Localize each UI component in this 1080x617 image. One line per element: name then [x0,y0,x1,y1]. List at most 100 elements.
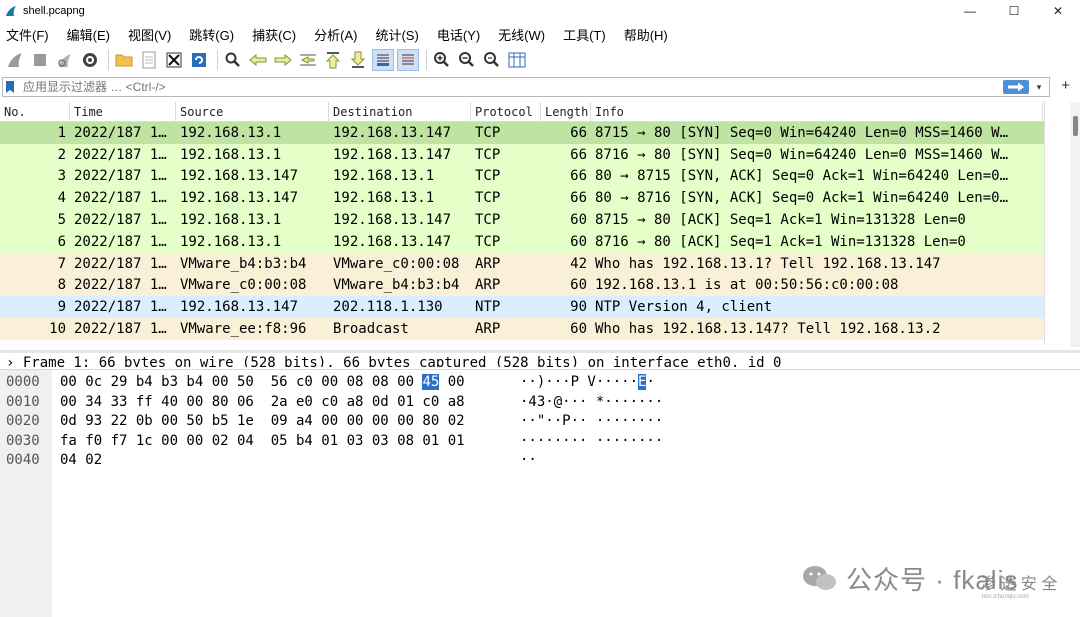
packet-row[interactable]: 10 2022/187 1… VMware_ee:f8:96 Broadcast ARP… [0,318,1080,340]
go-last-icon[interactable] [347,49,369,71]
menu-edit[interactable]: 编辑(E) [61,25,116,44]
menu-view[interactable]: 视图(V) [122,25,177,44]
column-header-time[interactable]: Time [70,102,176,122]
go-back-arrow-icon[interactable] [247,49,269,71]
display-filter-field[interactable]: ▾ [2,77,1050,97]
packet-protocol: TCP [475,146,501,163]
close-file-icon[interactable] [163,49,185,71]
packet-source: VMware_c0:00:08 [180,277,307,294]
zoom-in-icon[interactable] [431,49,453,71]
byte-hex[interactable]: 00 34 33 ff 40 00 80 06 2a e0 c0 a8 0d 0… [60,394,465,410]
byte-ascii[interactable]: ········ ········ [520,433,663,449]
arrow-right-icon [1008,82,1024,92]
column-header-no[interactable]: No. [0,102,70,122]
open-folder-icon[interactable] [113,49,135,71]
go-first-icon[interactable] [322,49,344,71]
packet-info: NTP Version 4, client [595,299,773,316]
scrollbar-thumb[interactable] [1073,116,1078,136]
byte-offset: 0030 [6,432,40,449]
ascii-text: ··)···P V····· [520,374,639,390]
zoom-out-icon[interactable] [456,49,478,71]
packet-row[interactable]: 2 2022/187 1… 192.168.13.1 192.168.13.147 TC… [0,143,1080,166]
column-header-destination[interactable]: Destination [329,102,471,122]
packet-destination: Broadcast [333,321,409,338]
byte-hex[interactable]: 0d 93 22 0b 00 50 b5 1e 09 a4 00 00 00 0… [60,413,465,429]
column-header-protocol[interactable]: Protocol [471,102,541,122]
resize-columns-icon[interactable] [506,49,528,71]
column-header-source[interactable]: Source [176,102,329,122]
packet-no: 2 [57,146,66,163]
byte-ascii[interactable]: ··"··P·· ········ [520,413,663,429]
packet-destination: 202.118.1.130 [333,299,443,316]
byte-hex[interactable]: fa f0 f7 1c 00 00 02 04 05 b4 01 03 03 0… [60,433,465,449]
packet-destination: 192.168.13.147 [333,124,452,141]
packet-row[interactable]: 7 2022/187 1… VMware_b4:b3:b4 VMware_c0:00:… [0,252,1080,275]
hex-text: fa f0 f7 1c 00 00 02 04 05 b4 01 03 03 0… [60,432,465,449]
packet-length: 90 [570,299,587,316]
byte-ascii[interactable]: ··)···P V·····E· [520,374,655,390]
menu-go[interactable]: 跳转(G) [183,25,240,44]
wireshark-fin-icon [6,6,16,16]
restart-fin-icon[interactable] [54,49,76,71]
add-filter-button[interactable]: + [1061,77,1070,94]
ascii-text: ·· [520,452,537,469]
menu-file[interactable]: 文件(F) [0,25,55,44]
packet-info: 80 → 8715 [SYN, ACK] Seq=0 Ack=1 Win=642… [595,168,1009,185]
hex-text: 0d 93 22 0b 00 50 b5 1e 09 a4 00 00 00 0… [60,413,465,430]
byte-hex[interactable]: 04 02 [60,452,102,468]
go-forward-arrow-icon[interactable] [272,49,294,71]
packet-row[interactable]: 3 2022/187 1… 192.168.13.147 192.168.13.1 TC… [0,165,1080,188]
packet-destination: 192.168.13.1 [333,190,435,207]
packet-length: 60 [570,277,587,294]
menu-analyze[interactable]: 分析(A) [308,25,363,44]
colorize-icon[interactable] [397,49,419,71]
frame-summary-line[interactable]: › Frame 1: 66 bytes on wire (528 bits), … [0,355,1080,367]
byte-ascii[interactable]: ·43·@··· *······· [520,394,663,410]
close-button[interactable]: ✕ [1036,0,1080,22]
packet-protocol: ARP [475,277,501,294]
packet-source: 192.168.13.147 [180,299,299,316]
packet-row[interactable]: 1 2022/187 1… 192.168.13.1 192.168.13.147 TC… [0,122,1080,144]
ascii-text: ········ ········ [520,432,664,449]
stop-square-icon[interactable] [29,49,51,71]
menu-telephony[interactable]: 电话(Y) [431,25,486,44]
column-header-length[interactable]: Length [541,102,591,122]
packet-details-pane: › Frame 1: 66 bytes on wire (528 bits), … [0,350,1080,367]
packet-info: 8715 → 80 [ACK] Seq=1 Ack=1 Win=131328 L… [595,212,966,229]
apply-filter-button[interactable] [1003,80,1029,94]
byte-hex[interactable]: 00 0c 29 b4 b3 b4 00 50 56 c0 00 08 08 0… [60,374,465,390]
menu-capture[interactable]: 捕获(C) [246,25,302,44]
capture-options-gear-icon[interactable] [79,49,101,71]
packet-row[interactable]: 4 2022/187 1… 192.168.13.147 192.168.13.1 TC… [0,187,1080,210]
packet-minimap[interactable] [1044,100,1070,345]
column-header-info[interactable]: Info [591,102,1043,122]
menu-help[interactable]: 帮助(H) [618,25,674,44]
packet-row[interactable]: 5 2022/187 1… 192.168.13.1 192.168.13.147 TC… [0,209,1080,231]
minimize-button[interactable]: — [948,0,992,22]
zoom-normal-icon[interactable] [481,49,503,71]
packet-list-scrollbar[interactable] [1070,102,1080,347]
hex-text: 04 02 [60,452,103,469]
packet-row[interactable]: 8 2022/187 1… VMware_c0:00:08 VMware_b4:b3:… [0,274,1080,297]
packet-protocol: TCP [475,168,501,185]
reload-icon[interactable] [188,49,210,71]
packet-info: 192.168.13.1 is at 00:50:56:c0:00:08 [595,277,899,294]
packet-destination: VMware_b4:b3:b4 [333,277,460,294]
go-to-packet-icon[interactable] [297,49,319,71]
chevron-down-icon[interactable]: ▾ [1033,80,1045,94]
packet-row[interactable]: 6 2022/187 1… 192.168.13.1 192.168.13.147 TC… [0,230,1080,253]
maximize-button[interactable]: ☐ [992,0,1036,22]
menu-statistics[interactable]: 统计(S) [369,25,424,44]
find-magnifier-icon[interactable] [222,49,244,71]
byte-offset: 0040 [6,452,40,469]
packet-length: 66 [570,190,587,207]
save-file-icon[interactable] [138,49,160,71]
byte-ascii[interactable]: ·· [520,452,537,468]
menu-tools[interactable]: 工具(T) [557,25,612,44]
bookmark-icon[interactable] [5,80,15,94]
autoscroll-icon[interactable] [372,49,394,71]
display-filter-input[interactable] [23,80,983,94]
shark-fin-start-icon[interactable] [4,49,26,71]
menu-wireless[interactable]: 无线(W) [492,25,551,44]
packet-row[interactable]: 9 2022/187 1… 192.168.13.147 202.118.1.130 N… [0,296,1080,319]
